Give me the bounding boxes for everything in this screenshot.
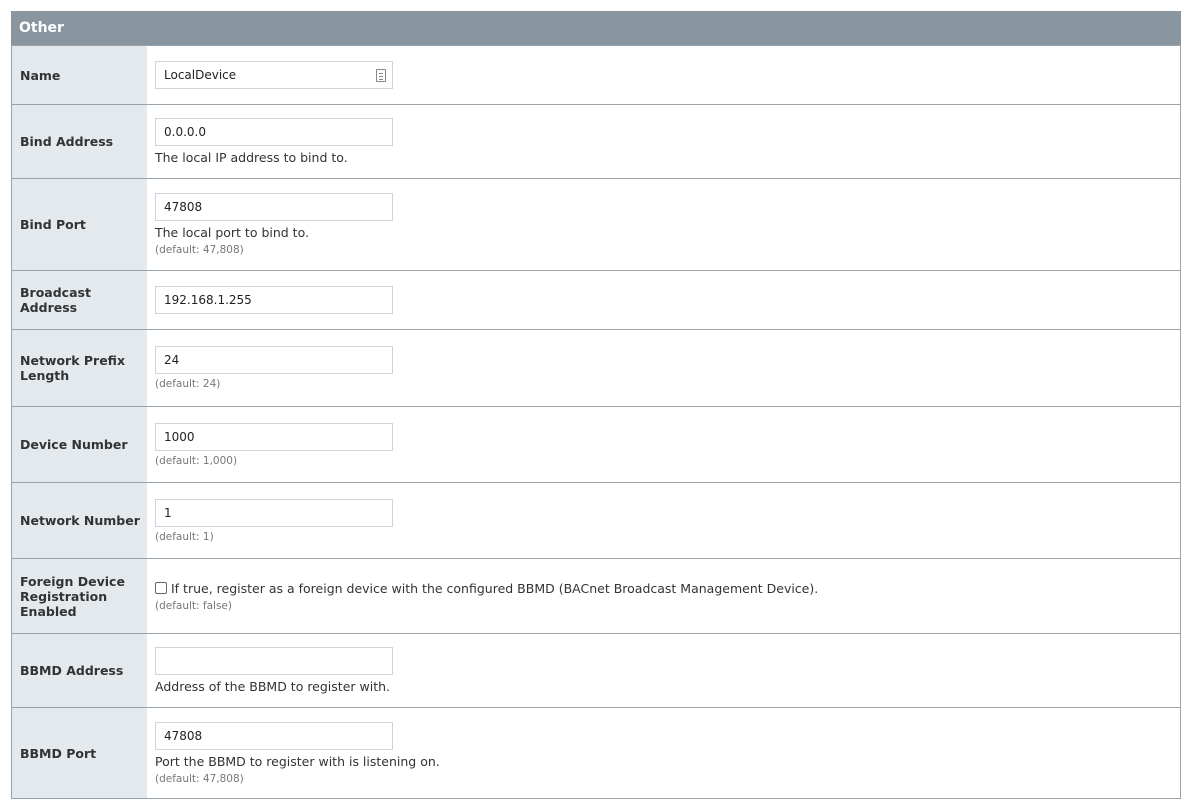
bbmd-port-default: (default: 47,808) [155,772,244,785]
bind-address-input[interactable]: 0.0.0.0 [155,118,393,146]
row-bbmd-address: BBMD Address Address of the BBMD to regi… [11,633,1181,708]
bind-address-description: The local IP address to bind to. [155,150,348,165]
row-bind-address: Bind Address 0.0.0.0 The local IP addres… [11,104,1181,179]
settings-table: Name LocalDevice Bind Address 0.0.0.0 Th… [11,45,1181,799]
note-icon[interactable] [376,69,386,82]
network-number-input[interactable]: 1 [155,498,393,527]
row-bbmd-port: BBMD Port 47808 Port the BBMD to registe… [11,707,1181,799]
row-foreign-device: Foreign Device Registration Enabled If t… [11,558,1181,634]
name-input[interactable]: LocalDevice [155,61,393,89]
bbmd-address-description: Address of the BBMD to register with. [155,679,390,694]
label-bbmd-address: BBMD Address [11,633,147,708]
bind-port-description: The local port to bind to. [155,225,309,240]
foreign-device-option: If true, register as a foreign device wi… [155,581,1180,596]
section-header: Other [11,11,1181,45]
foreign-device-description: If true, register as a foreign device wi… [171,580,819,596]
row-device-number: Device Number 1000 (default: 1,000) [11,406,1181,483]
label-broadcast-address: Broadcast Address [11,270,147,330]
label-bind-address: Bind Address [11,104,147,179]
bind-port-input[interactable]: 47808 [155,193,393,221]
bbmd-port-description: Port the BBMD to register with is listen… [155,753,440,769]
network-number-default: (default: 1) [155,530,214,543]
device-number-input[interactable]: 1000 [155,422,393,451]
row-bind-port: Bind Port 47808 The local port to bind t… [11,178,1181,271]
label-bbmd-port: BBMD Port [11,707,147,799]
row-network-number: Network Number 1 (default: 1) [11,482,1181,559]
row-network-prefix-length: Network Prefix Length 24 (default: 24) [11,329,1181,407]
bind-port-default: (default: 47,808) [155,244,244,256]
label-foreign-device: Foreign Device Registration Enabled [11,558,147,634]
row-name: Name LocalDevice [11,45,1181,105]
bbmd-port-input[interactable]: 47808 [155,721,393,750]
row-broadcast-address: Broadcast Address 192.168.1.255 [11,270,1181,330]
network-prefix-length-input[interactable]: 24 [155,346,393,374]
label-name: Name [11,45,147,105]
device-number-default: (default: 1,000) [155,454,238,467]
settings-panel: Other Name LocalDevice Bind Address 0.0.… [11,11,1181,799]
foreign-device-default: (default: false) [155,599,232,612]
label-bind-port: Bind Port [11,178,147,271]
network-prefix-length-default: (default: 24) [155,378,221,390]
label-network-prefix-length: Network Prefix Length [11,329,147,407]
label-device-number: Device Number [11,406,147,483]
label-network-number: Network Number [11,482,147,559]
broadcast-address-input[interactable]: 192.168.1.255 [155,286,393,314]
bbmd-address-input[interactable] [155,647,393,675]
foreign-device-checkbox[interactable] [155,582,167,594]
